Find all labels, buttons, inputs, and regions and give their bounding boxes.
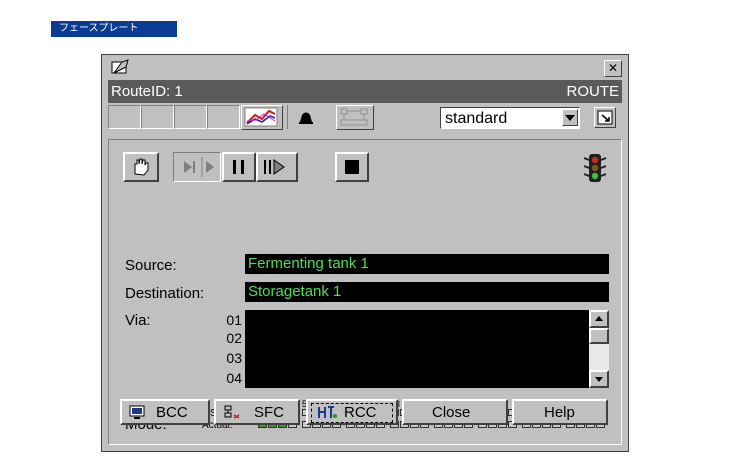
- maximize-icon[interactable]: [594, 107, 616, 128]
- step-icon: [184, 157, 214, 177]
- rcc-button[interactable]: RCC: [306, 399, 398, 425]
- toolbar-slot-4: [207, 105, 240, 129]
- destination-label: Destination:: [125, 285, 205, 302]
- pause-icon: [233, 160, 244, 174]
- scroll-thumb[interactable]: [589, 328, 609, 344]
- faceplate-header-tag: フェースプレート: [51, 21, 177, 37]
- toolbar-slot-1: [108, 105, 141, 129]
- rcc-button-label: RCC: [344, 404, 377, 421]
- bcc-button[interactable]: BCC: [120, 399, 210, 425]
- mode-select-value: standard: [445, 110, 508, 127]
- play-button[interactable]: [222, 152, 256, 182]
- toolbar-divider: [287, 105, 288, 129]
- route-id-bar: RouteID: 1 ROUTE: [108, 80, 622, 103]
- close-button-label: Close: [432, 404, 471, 421]
- toolbar-slot-3: [174, 105, 207, 129]
- destination-field: Storagetank 1: [245, 282, 609, 302]
- trend-button[interactable]: [241, 105, 283, 130]
- window-sys-icon[interactable]: [110, 59, 132, 77]
- source-label: Source:: [125, 257, 177, 274]
- scroll-down-button[interactable]: [589, 370, 609, 388]
- close-button[interactable]: Close: [402, 399, 508, 425]
- help-button-label: Help: [544, 404, 575, 421]
- source-field: Fermenting tank 1: [245, 254, 609, 274]
- help-button[interactable]: Help: [512, 399, 608, 425]
- route-faceplate-window: ✕ RouteID: 1 ROUTE standard Source: Ferm…: [101, 54, 629, 452]
- manual-button[interactable]: [123, 152, 159, 182]
- sfc-button-label: SFC: [254, 404, 284, 421]
- rcc-icon: [318, 406, 337, 418]
- title-bar: ✕: [108, 59, 622, 77]
- hand-icon: [134, 158, 149, 176]
- via-label: Via:: [125, 312, 151, 329]
- trend-icon: [244, 107, 278, 127]
- via-scrollbar[interactable]: [589, 310, 609, 388]
- sfc-button[interactable]: SFC: [214, 399, 300, 425]
- via-row-number: 01: [226, 312, 242, 328]
- bcc-icon: [129, 405, 145, 419]
- via-row-number: 03: [226, 350, 242, 366]
- network-icon: [340, 108, 368, 126]
- stop-icon: [345, 160, 359, 174]
- traffic-light-icon: [583, 154, 607, 182]
- toolbar: standard: [108, 105, 622, 131]
- dropdown-arrow-icon[interactable]: [562, 109, 578, 126]
- route-type-label: ROUTE: [566, 83, 620, 100]
- route-id-label: RouteID: 1: [111, 83, 183, 100]
- via-row-number: 02: [226, 330, 242, 346]
- sfc-icon: [224, 405, 240, 419]
- bcc-button-label: BCC: [156, 404, 188, 421]
- network-button[interactable]: [336, 105, 374, 130]
- bell-icon[interactable]: [296, 109, 316, 125]
- mode-select[interactable]: standard: [440, 107, 580, 129]
- via-list[interactable]: [245, 310, 589, 388]
- resume-icon: [264, 159, 285, 175]
- toolbar-slot-2: [141, 105, 174, 129]
- resume-button[interactable]: [256, 152, 298, 182]
- scroll-up-button[interactable]: [589, 310, 609, 328]
- via-row-number: 04: [226, 370, 242, 386]
- close-icon[interactable]: ✕: [604, 60, 622, 77]
- step-button[interactable]: [173, 152, 221, 182]
- stop-button[interactable]: [335, 152, 369, 182]
